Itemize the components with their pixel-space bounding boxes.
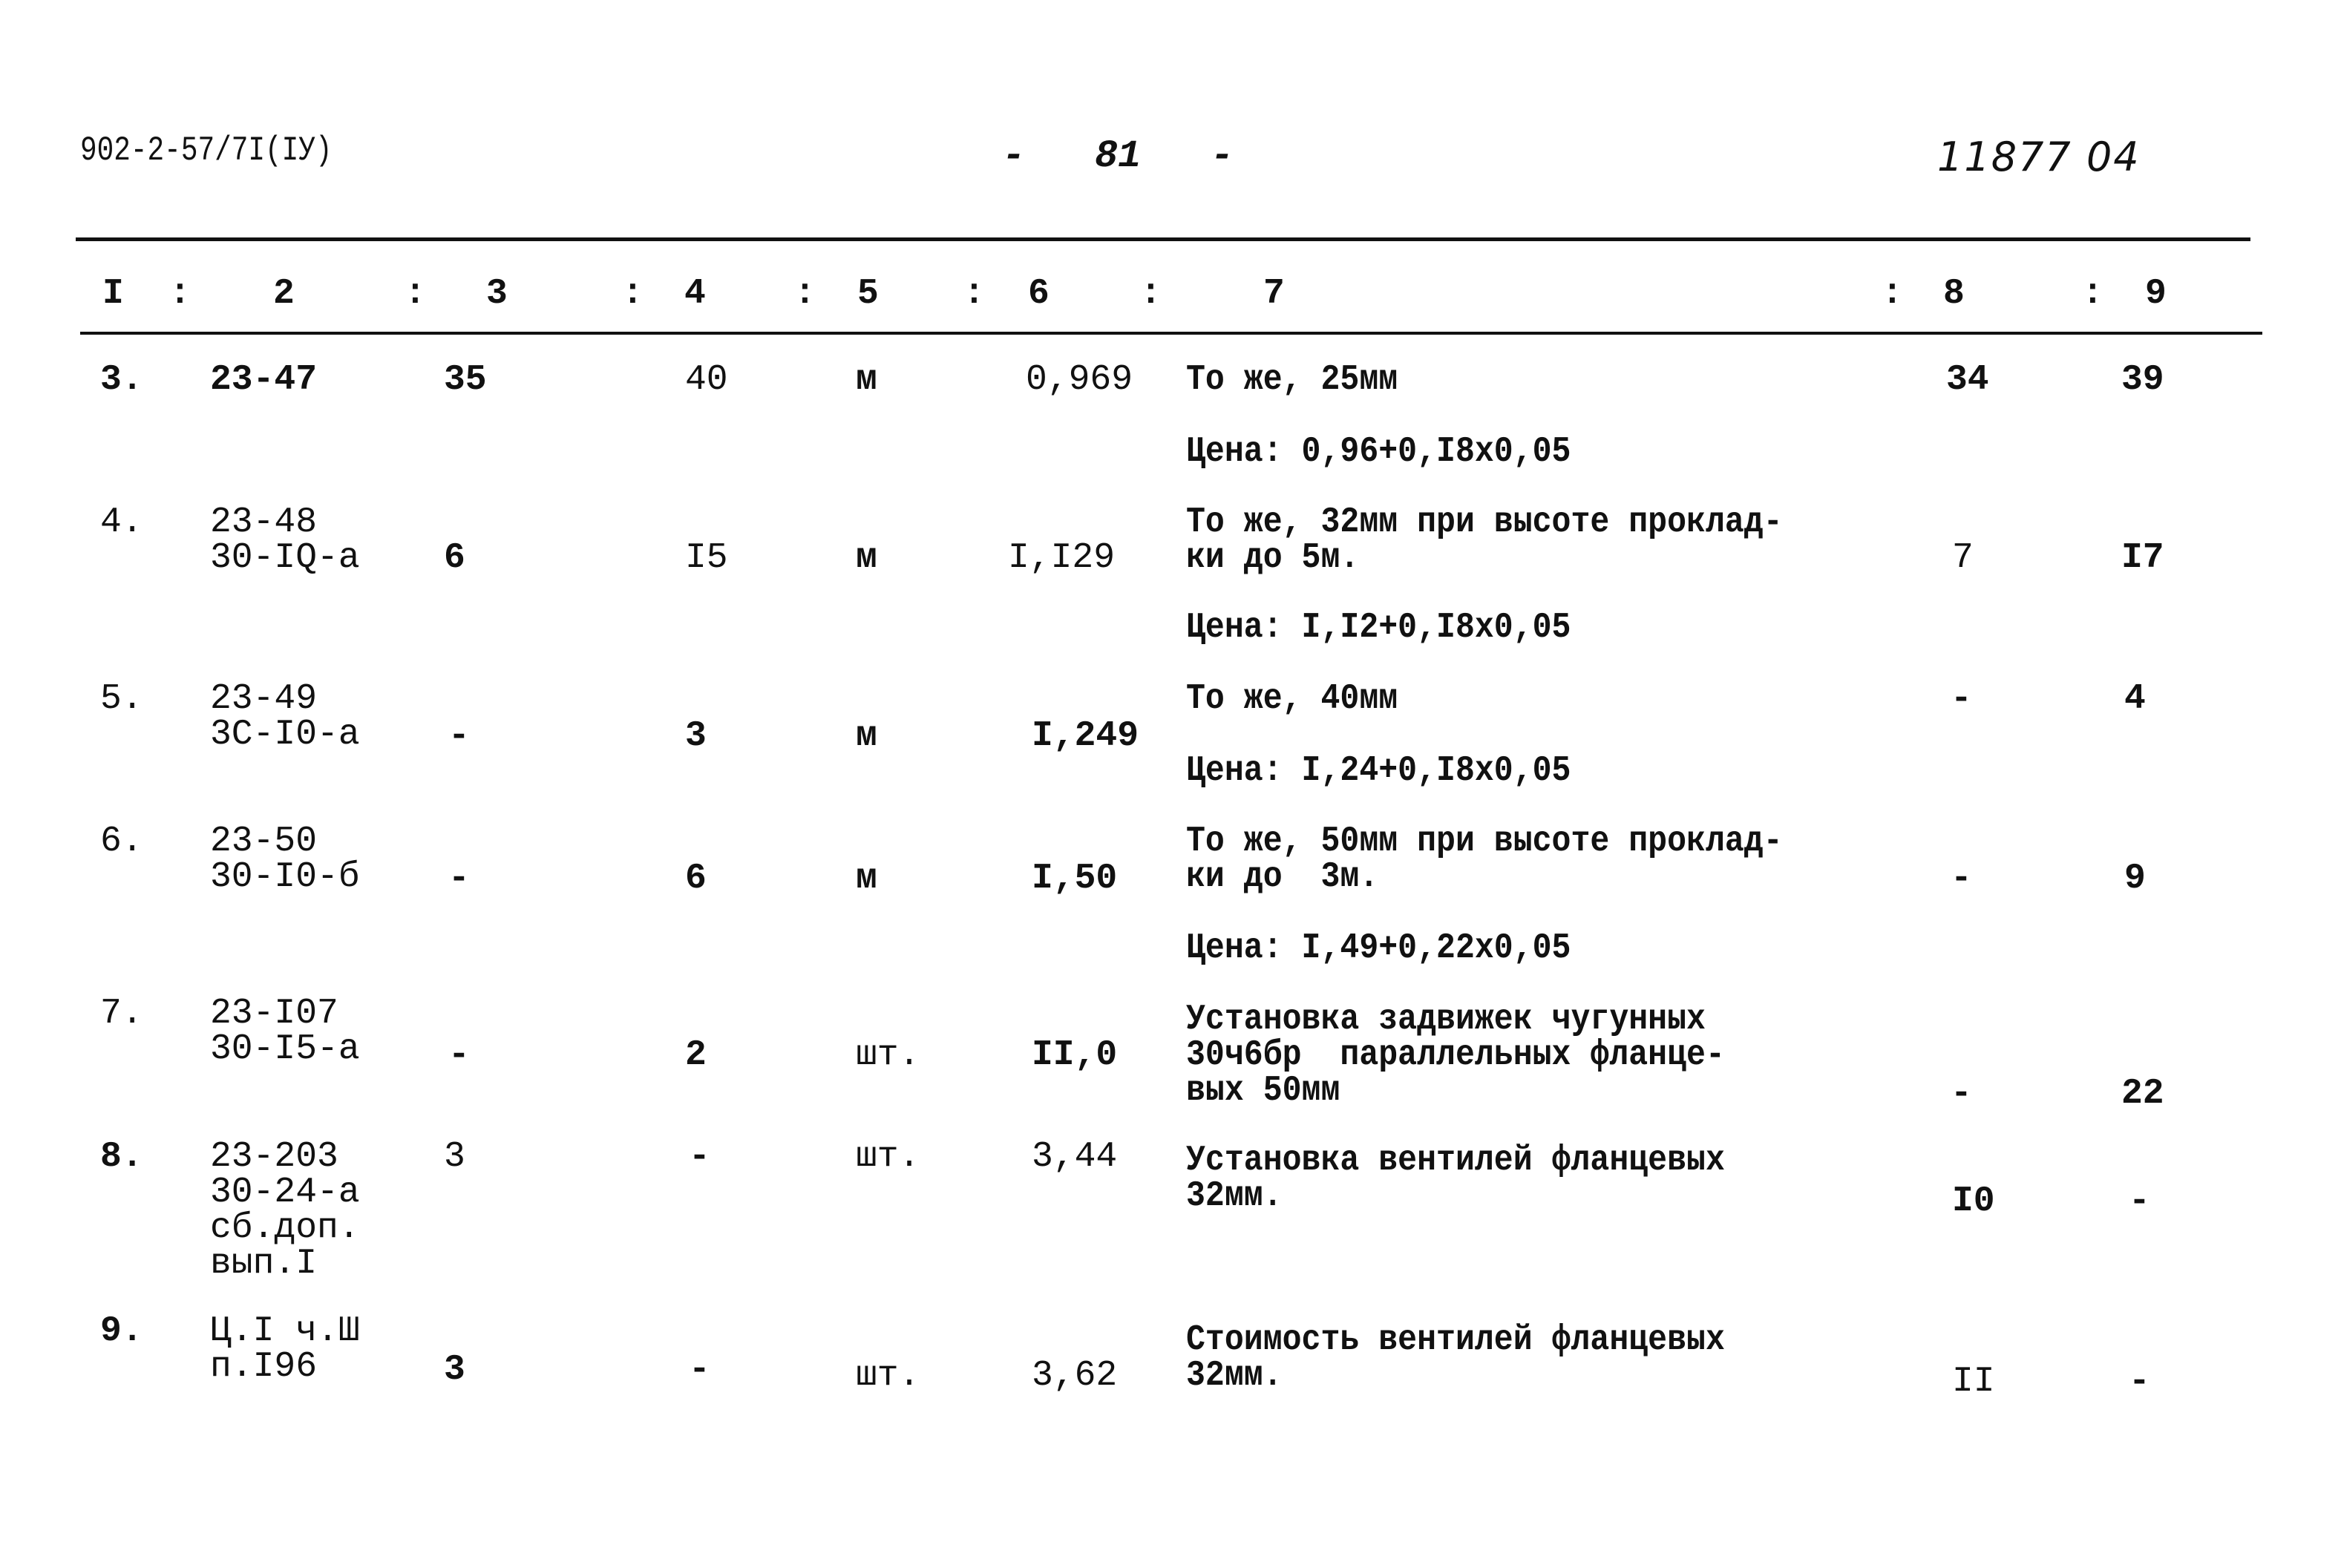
column-separator: : xyxy=(405,274,426,314)
price-note: Цена: 0,96+0,I8x0,05 xyxy=(1186,432,1571,472)
row-number: 3. xyxy=(100,360,143,400)
column-header-9: 9 xyxy=(2145,274,2167,314)
col3-value: - xyxy=(448,859,470,899)
unit-price: 0,969 xyxy=(1026,360,1133,400)
column-separator: : xyxy=(1882,274,1903,314)
unit-price: II,0 xyxy=(1032,1035,1118,1075)
col9-value: 22 xyxy=(2121,1074,2164,1114)
column-header-4: 4 xyxy=(684,274,706,314)
col4-value: 2 xyxy=(685,1035,707,1075)
unit-price: 3,62 xyxy=(1032,1356,1118,1396)
description: Установка задвижек чугунных 30ч6бр парал… xyxy=(1186,1000,1725,1111)
unit: м xyxy=(856,716,877,756)
unit: м xyxy=(856,538,877,578)
column-header-6: 6 xyxy=(1028,274,1050,314)
col3-value: 6 xyxy=(444,538,465,578)
col3-value: 3 xyxy=(444,1350,465,1390)
col9-value: 39 xyxy=(2121,360,2164,400)
price-note: Цена: I,24+0,I8x0,05 xyxy=(1186,751,1571,791)
column-separator: : xyxy=(794,274,816,314)
unit: шт. xyxy=(856,1356,920,1396)
rate-code: 23-50 30-I0-б xyxy=(210,821,360,897)
col8-value: I0 xyxy=(1952,1181,1995,1221)
unit-price: I,50 xyxy=(1032,859,1118,899)
col9-value: - xyxy=(2129,1362,2150,1402)
top-rule xyxy=(76,237,2250,241)
col9-value: I7 xyxy=(2121,538,2164,578)
column-header-3: 3 xyxy=(486,274,508,314)
col8-value: - xyxy=(1951,679,1972,719)
row-number: 4. xyxy=(100,502,143,542)
rate-code: 23-47 xyxy=(210,360,318,400)
description: То же, 25мм xyxy=(1186,360,1398,400)
unit: м xyxy=(856,859,877,899)
col9-value: - xyxy=(2129,1181,2150,1221)
unit: м xyxy=(856,360,877,400)
column-header-8: 8 xyxy=(1943,274,1965,314)
rate-code: 23-49 3С-I0-а xyxy=(210,679,360,755)
col3-value: - xyxy=(448,1035,470,1075)
row-number: 8. xyxy=(100,1137,143,1177)
column-header-5: 5 xyxy=(857,274,879,314)
rate-code: 23-I07 30-I5-а xyxy=(210,994,360,1069)
row-number: 9. xyxy=(100,1311,143,1351)
column-separator: : xyxy=(1140,274,1162,314)
description: То же, 40мм xyxy=(1186,679,1398,719)
document-code: 902-2-57/7I(IУ) xyxy=(80,131,333,170)
col9-value: 9 xyxy=(2124,859,2146,899)
row-number: 6. xyxy=(100,821,143,862)
header-bottom-rule xyxy=(80,332,2262,335)
rate-code: 23-48 30-IQ-а xyxy=(210,502,360,578)
unit-price: 3,44 xyxy=(1032,1137,1118,1177)
rate-code: Ц.I ч.Ш п.I96 xyxy=(210,1311,360,1387)
column-separator: : xyxy=(622,274,644,314)
col8-value: 7 xyxy=(1952,538,1974,578)
col9-value: 4 xyxy=(2124,679,2146,719)
price-note: Цена: I,I2+0,I8x0,05 xyxy=(1186,608,1571,648)
row-number: 7. xyxy=(100,994,143,1034)
row-number: 5. xyxy=(100,679,143,719)
col8-value: II xyxy=(1952,1362,1995,1402)
col3-value: - xyxy=(448,716,470,756)
col4-value: I5 xyxy=(685,538,728,578)
column-separator: : xyxy=(2082,274,2103,314)
rate-code: 23-203 30-24-а сб.доп. вып.I xyxy=(210,1137,360,1284)
description: Установка вентилей фланцевых 32мм. xyxy=(1186,1141,1725,1216)
col3-value: 35 xyxy=(444,360,487,400)
page-number: - 81 - xyxy=(1002,134,1234,178)
col4-value: 40 xyxy=(685,360,728,400)
col3-value: 3 xyxy=(444,1137,465,1177)
col8-value: - xyxy=(1951,1074,1972,1114)
col8-value: - xyxy=(1951,859,1972,899)
unit-price: I,I29 xyxy=(1008,538,1116,578)
column-header-2: 2 xyxy=(273,274,295,314)
col4-value: 3 xyxy=(685,716,707,756)
column-separator: : xyxy=(963,274,985,314)
col4-value: - xyxy=(689,1137,710,1177)
description: То же, 50мм при высоте проклад- ки до 3м… xyxy=(1186,821,1783,897)
price-note: Цена: I,49+0,22x0,05 xyxy=(1186,928,1571,968)
inventory-number: 11877 04 xyxy=(1937,134,2141,180)
col4-value: 6 xyxy=(685,859,707,899)
description: То же, 32мм при высоте проклад- ки до 5м… xyxy=(1186,502,1783,578)
description: Стоимость вентилей фланцевых 32мм. xyxy=(1186,1320,1725,1396)
col4-value: - xyxy=(689,1350,710,1390)
unit-price: I,249 xyxy=(1032,716,1139,756)
unit: шт. xyxy=(856,1137,920,1177)
unit: шт. xyxy=(856,1035,920,1075)
column-header-7: 7 xyxy=(1263,274,1285,314)
column-separator: : xyxy=(169,274,191,314)
column-header-1: I xyxy=(102,274,124,314)
col8-value: 34 xyxy=(1946,360,1989,400)
